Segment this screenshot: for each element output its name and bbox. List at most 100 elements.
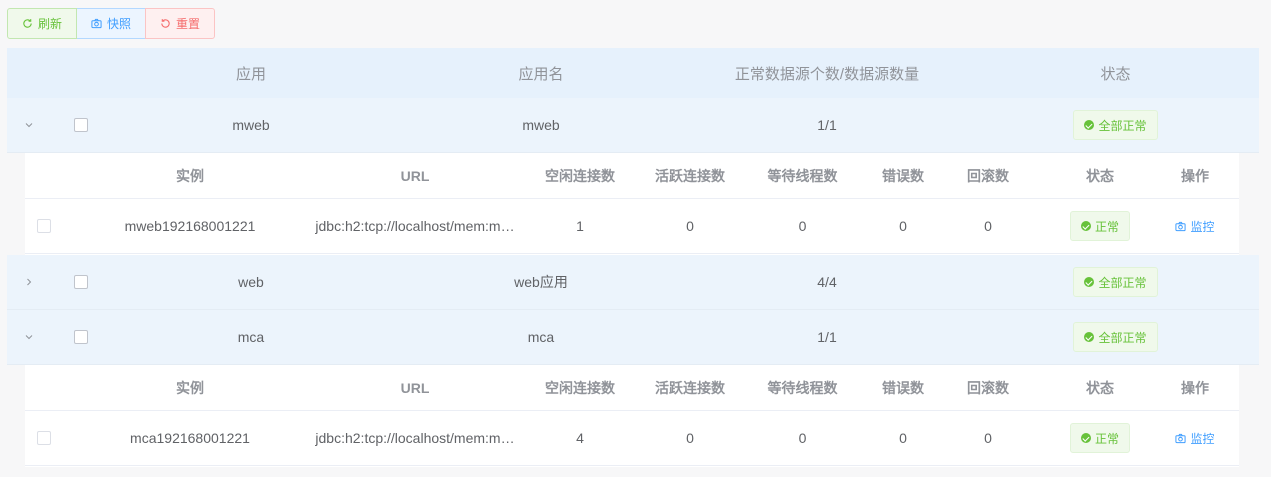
header-rollbacks: 回滚数	[967, 379, 1009, 396]
row-checkbox[interactable]	[36, 411, 52, 465]
status-label: 正常	[1094, 431, 1119, 446]
header-ds-count: 正常数据源个数/数据源数量	[734, 65, 920, 83]
instance-status-cell: 正常	[1055, 411, 1145, 465]
status-cell: 全部正常	[1037, 255, 1194, 309]
header-errors: 错误数	[882, 379, 924, 396]
status-badge: 全部正常	[1073, 322, 1158, 352]
status-cell: 全部正常	[1037, 310, 1194, 364]
rollbacks-cell: 0	[984, 430, 992, 446]
header-instance-status: 状态	[1086, 167, 1114, 184]
snapshot-button[interactable]: 快照	[77, 8, 146, 39]
header-url: URL	[400, 167, 430, 184]
check-circle-icon	[1084, 120, 1095, 130]
monitor-link[interactable]: 监控	[1175, 218, 1215, 235]
chevron-right-icon[interactable]	[19, 255, 39, 309]
url-cell: jdbc:h2:tcp://localhost/mem:m…	[315, 218, 515, 234]
header-idle: 空闲连接数	[545, 167, 615, 184]
app-name-cell: mca	[527, 329, 555, 345]
datasource-monitor-page: 刷新 快照 重置 应用 应用名 正常数据源个数/数据源数量 状态 mweb mw…	[0, 0, 1271, 477]
row-checkbox[interactable]	[73, 98, 89, 152]
header-app: 应用	[235, 65, 266, 83]
rollbacks-cell: 0	[984, 218, 992, 234]
check-circle-icon	[1084, 277, 1095, 287]
app-cell: mca	[237, 329, 265, 345]
ds-count-cell: 1/1	[817, 329, 837, 345]
reset-icon	[161, 19, 170, 28]
instance-cell: mca192168001221	[130, 430, 250, 446]
header-action: 操作	[1181, 379, 1209, 396]
header-active: 活跃连接数	[655, 167, 725, 184]
status-cell: 全部正常	[1037, 98, 1194, 152]
camera-icon	[91, 18, 102, 29]
active-cell: 0	[686, 218, 694, 234]
app-cell: mweb	[232, 117, 270, 133]
instance-status-cell: 正常	[1055, 199, 1145, 253]
waiting-cell: 0	[798, 218, 807, 234]
status-badge: 全部正常	[1073, 267, 1158, 297]
camera-icon	[1175, 221, 1187, 231]
status-label: 全部正常	[1098, 330, 1147, 345]
reset-label: 重置	[176, 17, 201, 31]
row-checkbox[interactable]	[36, 199, 52, 253]
refresh-button[interactable]: 刷新	[7, 8, 78, 39]
header-instance: 实例	[176, 167, 204, 184]
reset-button[interactable]: 重置	[145, 8, 216, 39]
app-name-cell: web应用	[514, 274, 568, 290]
ds-count-cell: 1/1	[817, 117, 837, 133]
header-idle: 空闲连接数	[545, 379, 615, 396]
table-row[interactable]: mca mca 1/1 全部正常	[7, 310, 1259, 365]
table-header: 应用 应用名 正常数据源个数/数据源数量 状态	[7, 48, 1259, 98]
errors-cell: 0	[899, 430, 907, 446]
url-cell: jdbc:h2:tcp://localhost/mem:m…	[315, 430, 515, 446]
status-label: 全部正常	[1098, 118, 1147, 133]
status-label: 正常	[1094, 219, 1119, 234]
check-circle-icon	[1080, 433, 1091, 443]
header-rollbacks: 回滚数	[967, 167, 1009, 184]
errors-cell: 0	[899, 218, 907, 234]
header-waiting: 等待线程数	[767, 167, 838, 184]
header-instance: 实例	[176, 379, 204, 396]
header-active: 活跃连接数	[655, 379, 725, 396]
snapshot-label: 快照	[107, 17, 132, 31]
header-app-name: 应用名	[518, 65, 564, 83]
instance-table-header: 实例 URL 空闲连接数 活跃连接数 等待线程数 错误数 回滚数 状态 操作	[25, 153, 1239, 199]
app-name-cell: mweb	[522, 117, 560, 133]
check-circle-icon	[1084, 332, 1095, 342]
check-circle-icon	[1080, 221, 1091, 231]
ds-count-cell: 4/4	[817, 274, 837, 290]
monitor-link[interactable]: 监控	[1175, 430, 1215, 447]
table-row[interactable]: web web应用 4/4 全部正常	[7, 255, 1259, 310]
chevron-down-icon[interactable]	[19, 98, 39, 152]
row-checkbox[interactable]	[73, 310, 89, 364]
status-label: 全部正常	[1098, 275, 1147, 290]
status-badge: 正常	[1069, 211, 1130, 241]
idle-cell: 1	[576, 218, 584, 234]
toolbar: 刷新 快照 重置	[7, 8, 216, 39]
table-row[interactable]: mweb mweb 1/1 全部正常	[7, 98, 1259, 153]
table-row[interactable]: mweb192168001221 jdbc:h2:tcp://localhost…	[25, 199, 1239, 254]
header-errors: 错误数	[882, 167, 924, 184]
status-badge: 正常	[1069, 423, 1130, 453]
instance-table: 实例 URL 空闲连接数 活跃连接数 等待线程数 错误数 回滚数 状态 操作 m…	[25, 365, 1239, 467]
instance-table-header: 实例 URL 空闲连接数 活跃连接数 等待线程数 错误数 回滚数 状态 操作	[25, 365, 1239, 411]
refresh-label: 刷新	[38, 17, 63, 31]
refresh-icon	[23, 19, 32, 28]
row-checkbox[interactable]	[73, 255, 89, 309]
action-cell: 监控	[1160, 411, 1230, 465]
table-row[interactable]: mca192168001221 jdbc:h2:tcp://localhost/…	[25, 411, 1239, 466]
instance-table: 实例 URL 空闲连接数 活跃连接数 等待线程数 错误数 回滚数 状态 操作 m…	[25, 153, 1239, 255]
camera-icon	[1175, 433, 1187, 443]
monitor-label: 监控	[1190, 431, 1215, 446]
idle-cell: 4	[576, 430, 584, 446]
active-cell: 0	[686, 430, 694, 446]
instance-cell: mweb192168001221	[124, 218, 256, 234]
monitor-label: 监控	[1190, 219, 1215, 234]
action-cell: 监控	[1160, 199, 1230, 253]
header-status: 状态	[1100, 65, 1131, 83]
header-action: 操作	[1181, 167, 1209, 184]
app-cell: web	[238, 274, 264, 290]
status-badge: 全部正常	[1073, 110, 1158, 140]
chevron-down-icon[interactable]	[19, 310, 39, 364]
header-waiting: 等待线程数	[767, 379, 838, 396]
header-instance-status: 状态	[1086, 379, 1114, 396]
